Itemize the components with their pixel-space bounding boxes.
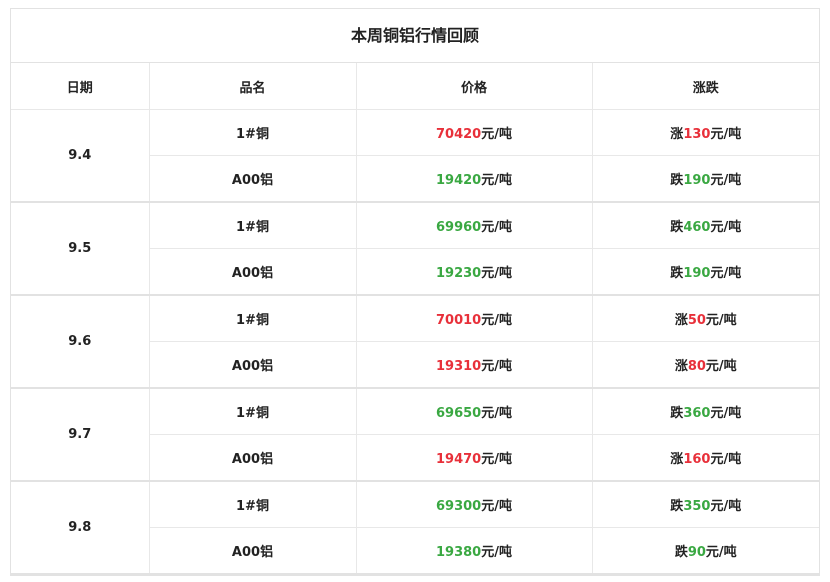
header-name: 品名: [149, 63, 357, 110]
table-row: 9.5 1#铜 69960元/吨 跌460元/吨: [11, 202, 819, 296]
change-direction: 涨: [674, 359, 688, 374]
price-unit: 元/吨: [481, 452, 512, 467]
date-cell: 9.8: [11, 481, 150, 575]
price-value: 69650: [436, 406, 482, 421]
change-value: 350: [683, 499, 711, 514]
change-value: 80: [687, 359, 706, 374]
change-cell: 跌350元/吨: [592, 481, 819, 528]
change-value: 130: [683, 127, 711, 142]
price-cell: 19230元/吨: [356, 248, 593, 296]
price-cell: 69960元/吨: [356, 202, 593, 249]
product-name-cell: 1#铜: [149, 481, 357, 528]
change-unit: 元/吨: [705, 313, 737, 328]
change-direction: 跌: [670, 220, 684, 235]
table-title: 本周铜铝行情回顾: [11, 9, 819, 63]
change-direction: 跌: [670, 406, 684, 421]
change-value: 190: [683, 266, 711, 281]
change-cell: 跌90元/吨: [592, 527, 819, 575]
price-value: 69300: [436, 499, 482, 514]
price-cell: 19420元/吨: [356, 155, 593, 203]
price-value: 19470: [436, 452, 482, 467]
price-cell: 19310元/吨: [356, 341, 593, 389]
change-cell: 跌460元/吨: [592, 202, 819, 249]
table-body: 9.4 1#铜 70420元/吨 涨130元/吨 A00铝 19420元/吨 跌190元/吨…: [11, 109, 819, 575]
change-unit: 元/吨: [710, 173, 742, 188]
change-unit: 元/吨: [710, 266, 742, 281]
change-cell: 涨80元/吨: [592, 341, 819, 389]
change-direction: 涨: [674, 313, 688, 328]
change-unit: 元/吨: [710, 452, 742, 467]
change-value: 360: [683, 406, 711, 421]
change-unit: 元/吨: [710, 499, 742, 514]
header-price: 价格: [356, 63, 593, 110]
table-row: 9.4 1#铜 70420元/吨 涨130元/吨: [11, 109, 819, 203]
product-name-cell: A00铝: [149, 527, 357, 575]
change-unit: 元/吨: [710, 127, 742, 142]
change-value: 190: [683, 173, 711, 188]
change-direction: 跌: [670, 266, 684, 281]
change-direction: 跌: [670, 499, 684, 514]
product-name-cell: 1#铜: [149, 295, 357, 342]
change-direction: 跌: [670, 173, 684, 188]
price-table: 日期 品名 价格 涨跌 9.4 1#铜 70420元/吨 涨130元/吨 A00铝 194…: [11, 63, 819, 575]
change-value: 90: [687, 545, 706, 560]
price-value: 19380: [436, 545, 482, 560]
change-unit: 元/吨: [705, 359, 737, 374]
header-date: 日期: [11, 63, 150, 110]
change-cell: 跌190元/吨: [592, 155, 819, 203]
change-cell: 跌360元/吨: [592, 388, 819, 435]
date-cell: 9.4: [11, 109, 150, 203]
price-unit: 元/吨: [481, 266, 512, 281]
date-cell: 9.7: [11, 388, 150, 482]
product-name-cell: 1#铜: [149, 109, 357, 156]
change-unit: 元/吨: [710, 406, 742, 421]
price-cell: 69650元/吨: [356, 388, 593, 435]
product-name-cell: 1#铜: [149, 388, 357, 435]
product-name-cell: 1#铜: [149, 202, 357, 249]
product-name-cell: A00铝: [149, 434, 357, 482]
change-cell: 跌190元/吨: [592, 248, 819, 296]
change-cell: 涨160元/吨: [592, 434, 819, 482]
price-unit: 元/吨: [481, 499, 512, 514]
product-name-cell: A00铝: [149, 155, 357, 203]
date-cell: 9.6: [11, 295, 150, 389]
header-row: 日期 品名 价格 涨跌: [11, 63, 819, 110]
price-value: 70420: [436, 127, 482, 142]
change-unit: 元/吨: [710, 220, 742, 235]
price-value: 69960: [436, 220, 482, 235]
change-direction: 跌: [674, 545, 688, 560]
change-value: 50: [687, 313, 706, 328]
price-unit: 元/吨: [481, 406, 512, 421]
price-value: 19310: [436, 359, 482, 374]
change-cell: 涨50元/吨: [592, 295, 819, 342]
price-unit: 元/吨: [481, 173, 512, 188]
price-unit: 元/吨: [481, 127, 512, 142]
product-name-cell: A00铝: [149, 341, 357, 389]
change-direction: 涨: [670, 452, 684, 467]
price-value: 70010: [436, 313, 482, 328]
price-unit: 元/吨: [481, 313, 512, 328]
table-row: 9.6 1#铜 70010元/吨 涨50元/吨: [11, 295, 819, 389]
change-unit: 元/吨: [705, 545, 737, 560]
price-cell: 69300元/吨: [356, 481, 593, 528]
price-value: 19420: [436, 173, 482, 188]
price-cell: 70420元/吨: [356, 109, 593, 156]
change-value: 460: [683, 220, 711, 235]
change-cell: 涨130元/吨: [592, 109, 819, 156]
change-value: 160: [683, 452, 711, 467]
table-row: 9.8 1#铜 69300元/吨 跌350元/吨: [11, 481, 819, 575]
table-row: 9.7 1#铜 69650元/吨 跌360元/吨: [11, 388, 819, 482]
header-change: 涨跌: [592, 63, 819, 110]
product-name-cell: A00铝: [149, 248, 357, 296]
price-cell: 19470元/吨: [356, 434, 593, 482]
price-unit: 元/吨: [481, 359, 512, 374]
price-unit: 元/吨: [481, 220, 512, 235]
date-cell: 9.5: [11, 202, 150, 296]
price-review-table: 本周铜铝行情回顾 日期 品名 价格 涨跌 9.4 1#铜 70420元/吨 涨130元…: [10, 8, 820, 576]
price-unit: 元/吨: [481, 545, 512, 560]
price-cell: 70010元/吨: [356, 295, 593, 342]
change-direction: 涨: [670, 127, 684, 142]
price-cell: 19380元/吨: [356, 527, 593, 575]
price-value: 19230: [436, 266, 482, 281]
